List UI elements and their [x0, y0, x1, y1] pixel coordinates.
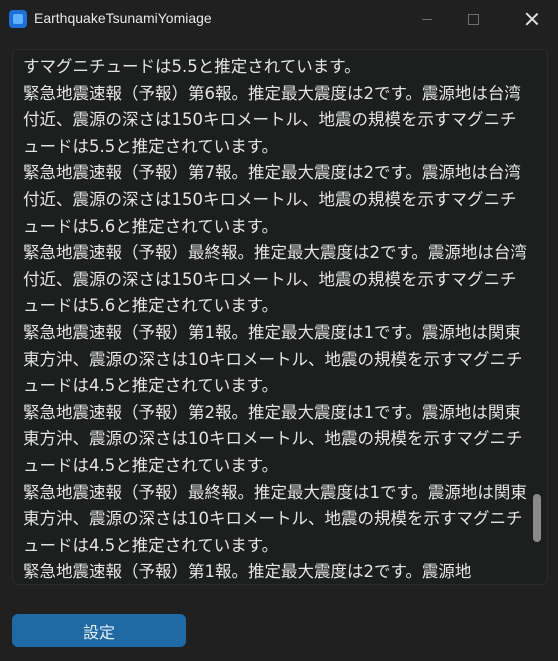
- app-icon: [9, 10, 27, 28]
- scrollbar-thumb[interactable]: [533, 494, 541, 542]
- close-button[interactable]: [506, 0, 558, 38]
- minimize-icon: [422, 18, 432, 20]
- settings-button[interactable]: 設定: [12, 614, 186, 647]
- log-textbox[interactable]: すマグニチュードは5.5と推定されています。 緊急地震速報（予報）第6報。推定最…: [12, 49, 548, 585]
- maximize-button[interactable]: [450, 0, 496, 38]
- title-bar[interactable]: EarthquakeTsunamiYomiage: [0, 0, 558, 38]
- window-title: EarthquakeTsunamiYomiage: [34, 10, 212, 26]
- log-text: すマグニチュードは5.5と推定されています。 緊急地震速報（予報）第6報。推定最…: [23, 57, 527, 582]
- close-icon: [525, 12, 539, 26]
- maximize-icon: [467, 13, 479, 25]
- minimize-button[interactable]: [404, 0, 450, 38]
